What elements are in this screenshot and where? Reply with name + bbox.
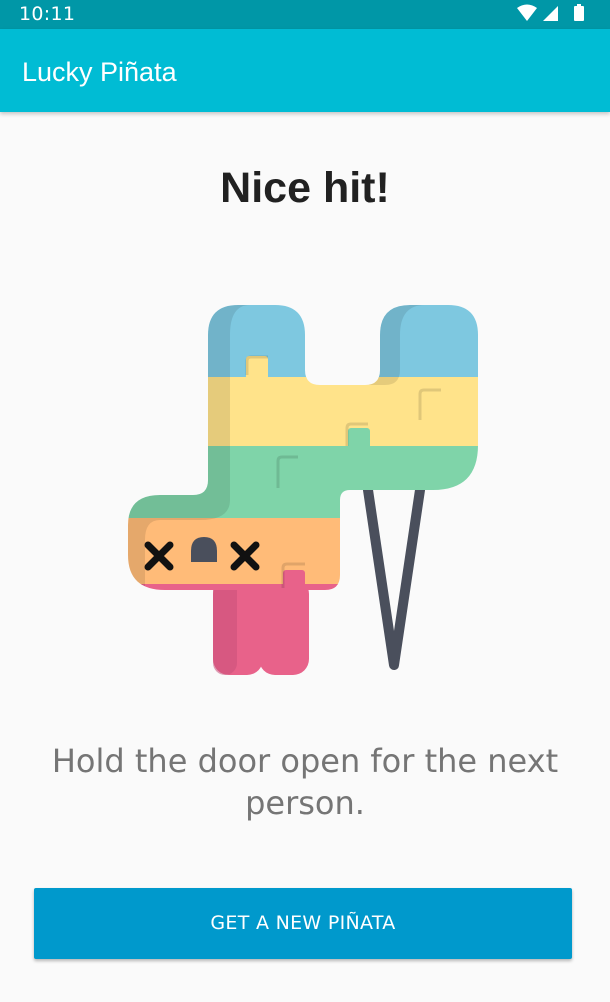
wifi-icon [517,4,537,21]
pinata-legs [213,578,309,675]
app-bar: Lucky Piñata [0,29,610,112]
mouth-icon [191,537,217,562]
status-bar: 10:11 [0,0,610,29]
status-icons [516,3,588,23]
pinata-strings [363,485,425,670]
status-time: 10:11 [19,3,76,25]
broken-pinata-illustration [128,305,478,675]
get-new-pinata-button[interactable]: GET A NEW PIÑATA [34,888,572,959]
cellular-signal-icon [543,6,558,21]
result-headline: Nice hit! [220,164,390,212]
status-icons-svg [517,4,584,21]
battery-icon [574,4,584,21]
pinata-body [128,305,478,590]
fortune-message: Hold the door open for the next person. [51,742,559,822]
app-title: Lucky Piñata [22,57,177,87]
